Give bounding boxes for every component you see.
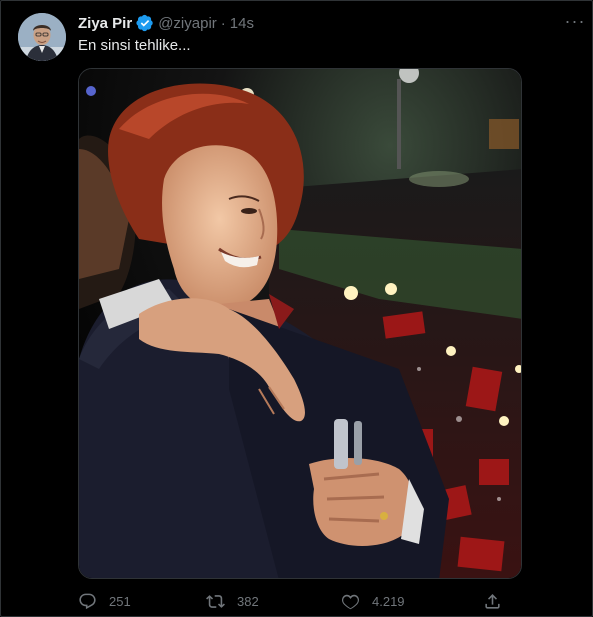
retweet-icon bbox=[206, 594, 225, 608]
separator-dot: · bbox=[220, 14, 226, 32]
avatar[interactable] bbox=[18, 13, 66, 61]
share-button[interactable] bbox=[483, 590, 502, 612]
share-icon bbox=[485, 593, 500, 609]
avatar-image bbox=[18, 13, 66, 61]
author-name[interactable]: Ziya Pir bbox=[78, 15, 132, 32]
author-handle[interactable]: @ziyapir bbox=[158, 15, 217, 32]
tweet-header: Ziya Pir @ziyapir · 14s bbox=[78, 12, 254, 34]
action-bar: 251 382 4.219 bbox=[78, 590, 508, 612]
reply-icon bbox=[79, 593, 96, 609]
like-count: 4.219 bbox=[372, 593, 405, 609]
tweet-photo[interactable] bbox=[78, 68, 522, 579]
photo-image bbox=[79, 69, 521, 578]
timestamp[interactable]: 14s bbox=[230, 15, 254, 32]
more-icon[interactable]: ··· bbox=[562, 12, 588, 33]
like-button[interactable]: 4.219 bbox=[341, 590, 405, 612]
retweet-button[interactable]: 382 bbox=[206, 590, 259, 612]
reply-button[interactable]: 251 bbox=[78, 590, 131, 612]
reply-count: 251 bbox=[109, 593, 131, 609]
like-icon bbox=[342, 594, 359, 609]
tweet-text: En sinsi tehlike... bbox=[78, 37, 191, 54]
verified-badge-icon bbox=[136, 14, 153, 32]
retweet-count: 382 bbox=[237, 593, 259, 609]
